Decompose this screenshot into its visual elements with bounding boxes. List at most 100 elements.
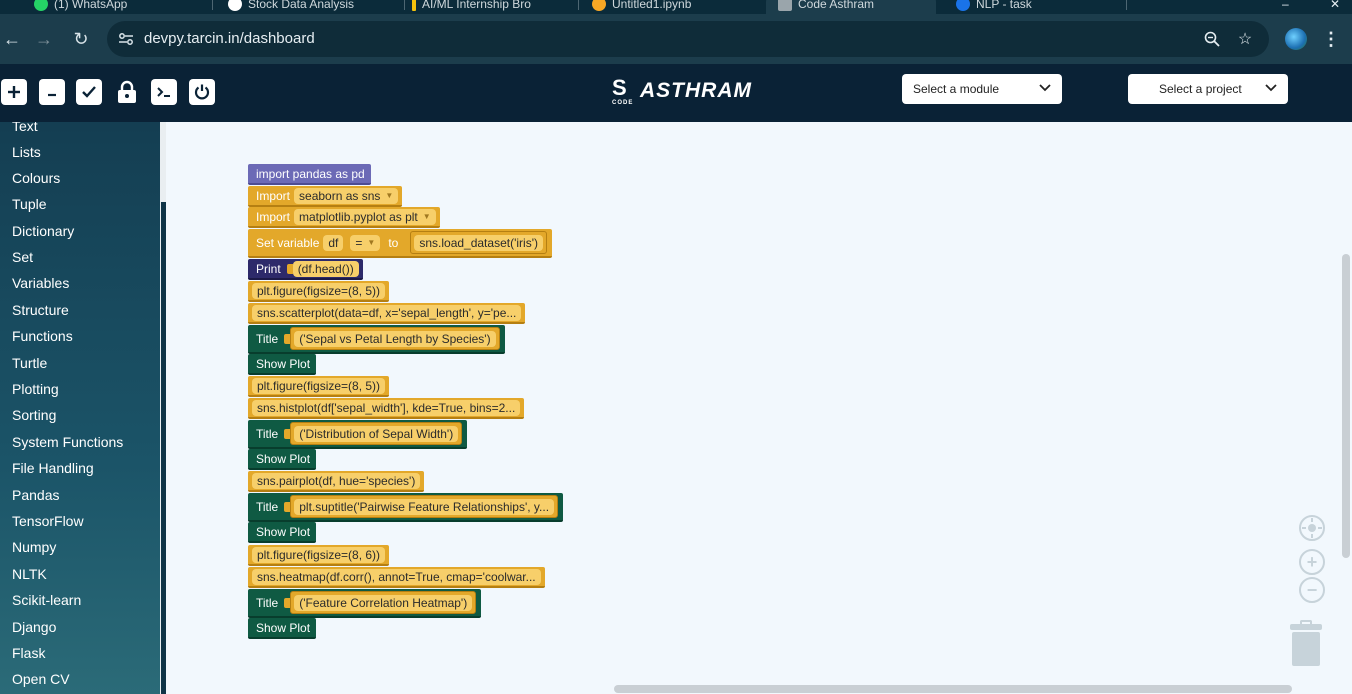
project-select[interactable]: Select a project (1128, 74, 1288, 104)
title-block[interactable]: Title ('Sepal vs Petal Length by Species… (248, 325, 505, 354)
sidebar-item-scikit-learn[interactable]: Scikit-learn (12, 592, 81, 608)
value-input[interactable]: sns.load_dataset('iris') (410, 231, 547, 254)
sidebar-item-dictionary[interactable]: Dictionary (12, 223, 74, 239)
zoom-in-icon[interactable]: + (1299, 549, 1325, 575)
tab-label: Stock Data Analysis (248, 0, 355, 11)
file-minus-icon[interactable] (39, 79, 65, 105)
back-icon[interactable]: ← (0, 27, 24, 51)
close-window-icon[interactable]: ✕ (1318, 0, 1340, 14)
dropdown-arrow-icon: ▼ (422, 212, 431, 221)
sidebar-item-set[interactable]: Set (12, 249, 33, 265)
tab-separator (578, 0, 579, 10)
import-pandas-block[interactable]: import pandas as pd (248, 164, 371, 185)
check-icon[interactable] (76, 79, 102, 105)
browser-tab[interactable]: NLP - task (944, 0, 1124, 14)
code-block[interactable]: sns.histplot(df['sepal_width'], kde=True… (248, 398, 525, 419)
reload-icon[interactable]: ↻ (69, 27, 93, 51)
sidebar-item-structure[interactable]: Structure (12, 302, 69, 318)
colab-icon (592, 0, 606, 11)
browser-tab-strip: (1) WhatsApp Stock Data Analysis AI/ML I… (0, 0, 1352, 14)
sidebar-item-open-cv[interactable]: Open CV (12, 671, 70, 687)
sidebar-item-turtle[interactable]: Turtle (12, 355, 47, 371)
browser-tab[interactable]: Stock Data Analysis (216, 0, 406, 14)
browser-tab-active[interactable]: Code Asthram (766, 0, 936, 14)
site-info-icon[interactable] (117, 30, 135, 48)
module-select[interactable]: Select a module (902, 74, 1062, 104)
title-value-input[interactable]: ('Distribution of Sepal Width') (290, 422, 463, 445)
lock-icon[interactable] (114, 79, 140, 105)
sidebar-item-functions[interactable]: Functions (12, 328, 73, 344)
import-block[interactable]: Import seaborn as sns ▼ (248, 186, 403, 207)
code-block[interactable]: sns.scatterplot(data=df, x='sepal_length… (248, 303, 526, 324)
url-text[interactable]: devpy.tarcin.in/dashboard (144, 30, 315, 47)
sidebar-item-text[interactable]: Text (12, 122, 38, 134)
sidebar-item-tuple[interactable]: Tuple (12, 196, 47, 212)
sidebar-item-django[interactable]: Django (12, 619, 56, 635)
tab-label: Untitled1.ipynb (612, 0, 692, 11)
recenter-target-icon[interactable] (1299, 515, 1325, 541)
whatsapp-icon (34, 0, 48, 11)
title-value-input[interactable]: ('Feature Correlation Heatmap') (290, 591, 477, 614)
title-value-input[interactable]: plt.suptitle('Pairwise Feature Relations… (290, 495, 559, 518)
browser-tab[interactable]: (1) WhatsApp (22, 0, 212, 14)
sidebar-item-tensorflow[interactable]: TensorFlow (12, 513, 84, 529)
code-block[interactable]: plt.figure(figsize=(8, 5)) (248, 376, 390, 397)
address-bar[interactable]: devpy.tarcin.in/dashboard ☆ (107, 21, 1269, 57)
trash-icon[interactable] (1290, 620, 1322, 666)
zoom-icon[interactable] (1202, 29, 1222, 49)
show-plot-block[interactable]: Show Plot (248, 522, 317, 543)
tab-label: AI/ML Internship Bro (422, 0, 531, 11)
workspace-horizontal-scrollbar[interactable] (614, 685, 1292, 693)
title-block[interactable]: Title plt.suptitle('Pairwise Feature Rel… (248, 493, 564, 522)
browser-tab[interactable] (1130, 0, 1260, 14)
title-block[interactable]: Title ('Distribution of Sepal Width') (248, 420, 468, 449)
title-block[interactable]: Title ('Feature Correlation Heatmap') (248, 589, 482, 618)
workspace-vertical-scrollbar[interactable] (1342, 254, 1350, 558)
browser-tab[interactable]: Untitled1.ipynb (580, 0, 760, 14)
sidebar-item-flask[interactable]: Flask (12, 645, 45, 661)
sidebar-item-colours[interactable]: Colours (12, 170, 60, 186)
profile-avatar[interactable] (1285, 28, 1307, 50)
sidebar-item-lists[interactable]: Lists (12, 144, 41, 160)
import-module-dropdown[interactable]: matplotlib.pyplot as plt ▼ (294, 208, 436, 225)
sidebar-item-sorting[interactable]: Sorting (12, 407, 56, 423)
forward-icon[interactable]: → (32, 27, 56, 51)
title-value-input[interactable]: ('Sepal vs Petal Length by Species') (290, 327, 500, 350)
zoom-out-icon[interactable]: − (1299, 577, 1325, 603)
browser-toolbar: ← → ↻ devpy.tarcin.in/dashboard ☆ ⋮ (0, 14, 1352, 64)
project-select-label: Select a project (1159, 82, 1242, 96)
chevron-down-icon (1038, 81, 1052, 95)
sidebar-item-numpy[interactable]: Numpy (12, 539, 56, 555)
print-value[interactable]: (df.head()) (292, 260, 359, 277)
sidebar-item-plotting[interactable]: Plotting (12, 381, 59, 397)
import-module-dropdown[interactable]: seaborn as sns ▼ (294, 187, 399, 204)
sidebar-item-system-functions[interactable]: System Functions (12, 434, 123, 450)
sidebar-item-variables[interactable]: Variables (12, 275, 69, 291)
browser-tab[interactable]: AI/ML Internship Bro (400, 0, 575, 14)
show-plot-block[interactable]: Show Plot (248, 618, 317, 639)
sidebar-item-pandas[interactable]: Pandas (12, 487, 59, 503)
terminal-icon[interactable] (151, 79, 177, 105)
code-block[interactable]: sns.pairplot(df, hue='species') (248, 471, 425, 492)
sidebar-item-file-handling[interactable]: File Handling (12, 460, 94, 476)
show-plot-block[interactable]: Show Plot (248, 449, 317, 470)
tab-label: NLP - task (976, 0, 1032, 11)
kebab-menu-icon[interactable]: ⋮ (1320, 27, 1342, 51)
operator-dropdown[interactable]: = ▼ (350, 234, 381, 251)
minimize-window-icon[interactable]: – (1270, 0, 1290, 14)
set-variable-block[interactable]: Set variable df = ▼ to sns.load_dataset('… (248, 229, 552, 258)
show-plot-block[interactable]: Show Plot (248, 354, 317, 375)
bookmark-star-icon[interactable]: ☆ (1235, 29, 1255, 49)
print-block[interactable]: Print (df.head()) (248, 259, 363, 280)
code-block[interactable]: sns.heatmap(df.corr(), annot=True, cmap=… (248, 567, 545, 588)
code-block[interactable]: plt.figure(figsize=(8, 6)) (248, 545, 390, 566)
power-icon[interactable] (189, 79, 215, 105)
category-sidebar: Text Lists Colours Tuple Dictionary Set … (0, 122, 166, 694)
sidebar-item-nltk[interactable]: NLTK (12, 566, 47, 582)
tab-label: Code Asthram (798, 0, 875, 11)
code-block[interactable]: plt.figure(figsize=(8, 5)) (248, 281, 390, 302)
plus-icon[interactable] (1, 79, 27, 105)
variable-name-field[interactable]: df (323, 234, 344, 251)
logo-text: ASTHRAM (640, 79, 752, 102)
import-block[interactable]: Import matplotlib.pyplot as plt ▼ (248, 207, 440, 228)
